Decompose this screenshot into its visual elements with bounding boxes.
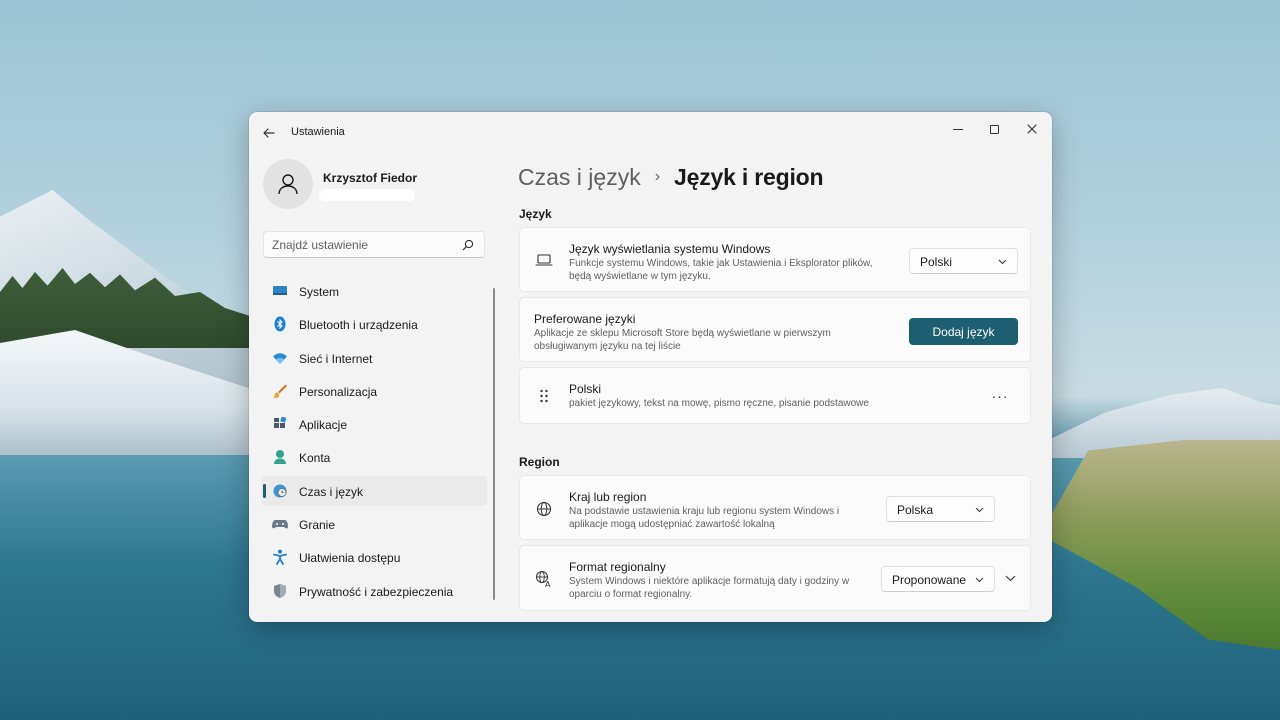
sidebar-item-label: Aplikacje bbox=[299, 418, 348, 433]
maximize-button[interactable] bbox=[975, 116, 1013, 142]
bluetooth-icon bbox=[272, 316, 288, 332]
user-profile[interactable]: Krzysztof Fiedor bbox=[263, 159, 493, 211]
regional-format-card[interactable]: A Format regionalny System Windows i nie… bbox=[519, 545, 1031, 611]
settings-window: Ustawienia Krzysztof Fiedor Znajdź ustaw… bbox=[249, 112, 1052, 622]
more-icon: ··· bbox=[991, 388, 1009, 404]
language-entry-title: Polski bbox=[569, 382, 602, 396]
sidebar-item-time-language[interactable]: Czas i język bbox=[261, 475, 487, 506]
accessibility-icon bbox=[272, 549, 288, 566]
display-language-dropdown[interactable]: Polski bbox=[909, 248, 1018, 274]
dropdown-value: Polska bbox=[897, 503, 934, 517]
title-bar: Ustawienia bbox=[249, 112, 1052, 152]
sidebar-item-accessibility[interactable]: Ułatwienia dostępu bbox=[261, 542, 487, 572]
country-region-card: Kraj lub region Na podstawie ustawienia … bbox=[519, 475, 1031, 540]
search-box[interactable] bbox=[263, 231, 485, 258]
shield-icon bbox=[272, 583, 288, 599]
regional-format-description-1: System Windows i niektóre aplikacje form… bbox=[569, 576, 850, 587]
sidebar-item-label: Konta bbox=[299, 451, 331, 466]
sidebar-item-label: Prywatność i zabezpieczenia bbox=[299, 584, 454, 599]
sidebar-item-label: Bluetooth i urządzenia bbox=[299, 318, 418, 333]
minimize-icon bbox=[953, 128, 963, 130]
brush-icon bbox=[272, 383, 288, 399]
section-title-language: Język bbox=[519, 207, 552, 221]
sidebar-item-label: Ułatwienia dostępu bbox=[299, 551, 401, 566]
chevron-down-icon bbox=[998, 259, 1007, 265]
preferred-languages-title: Preferowane języki bbox=[534, 312, 636, 326]
sidebar-nav: System Bluetooth i urządzenia Sieć i Int… bbox=[261, 276, 487, 609]
sidebar-item-apps[interactable]: Aplikacje bbox=[261, 409, 487, 439]
breadcrumb: Czas i język › Język i region bbox=[518, 160, 824, 194]
apps-icon bbox=[272, 416, 288, 432]
sidebar-item-personalization[interactable]: Personalizacja bbox=[261, 376, 487, 406]
back-button[interactable] bbox=[259, 123, 279, 143]
globe-icon bbox=[534, 499, 554, 519]
display-language-card: Język wyświetlania systemu Windows Funkc… bbox=[519, 227, 1031, 292]
user-name: Krzysztof Fiedor bbox=[323, 171, 418, 185]
sidebar-item-accounts[interactable]: Konta bbox=[261, 442, 487, 472]
add-language-button[interactable]: Dodaj język bbox=[909, 318, 1018, 345]
country-region-description-1: Na podstawie ustawienia kraju lub region… bbox=[569, 506, 840, 517]
drag-handle-icon[interactable] bbox=[534, 386, 554, 406]
wallpaper-trees bbox=[0, 268, 250, 348]
user-email-redacted bbox=[319, 189, 415, 201]
regional-format-icon: A bbox=[534, 569, 554, 589]
chevron-down-icon bbox=[975, 577, 984, 583]
regional-format-title: Format regionalny bbox=[569, 560, 666, 574]
sidebar-item-label: Sieć i Internet bbox=[299, 351, 373, 366]
sidebar-item-privacy[interactable]: Prywatność i zabezpieczenia bbox=[261, 576, 487, 606]
laptop-icon bbox=[534, 250, 554, 270]
chevron-down-icon bbox=[975, 507, 984, 513]
chevron-down-icon bbox=[1005, 575, 1015, 582]
section-title-region: Region bbox=[519, 455, 560, 469]
sidebar-item-gaming[interactable]: Granie bbox=[261, 509, 487, 539]
search-input[interactable] bbox=[272, 237, 452, 253]
regional-format-description-2: oparciu o format regionalny. bbox=[569, 589, 693, 600]
sidebar-item-bluetooth[interactable]: Bluetooth i urządzenia bbox=[261, 309, 487, 339]
sidebar-item-label: Czas i język bbox=[299, 484, 364, 499]
dropdown-value: Polski bbox=[920, 255, 953, 269]
wifi-icon bbox=[272, 350, 288, 366]
arrow-left-icon bbox=[263, 128, 275, 138]
country-region-title: Kraj lub region bbox=[569, 490, 647, 504]
sidebar-item-label: System bbox=[299, 285, 340, 299]
monitor-icon bbox=[272, 283, 288, 299]
country-region-description-2: aplikacje mogą udostępniać zawartość lok… bbox=[569, 519, 775, 530]
close-icon bbox=[1027, 124, 1037, 134]
language-entry-card[interactable]: Polski pakiet językowy, tekst na mowę, p… bbox=[519, 367, 1031, 424]
search-icon bbox=[462, 239, 474, 251]
preferred-languages-description-1: Aplikacje ze sklepu Microsoft Store będą… bbox=[534, 328, 831, 339]
sidebar-item-network[interactable]: Sieć i Internet bbox=[261, 343, 487, 373]
language-entry-description: pakiet językowy, tekst na mowę, pismo rę… bbox=[569, 398, 869, 409]
gamepad-icon bbox=[272, 516, 288, 532]
sidebar-item-label: Granie bbox=[299, 518, 336, 533]
preferred-languages-card: Preferowane języki Aplikacje ze sklepu M… bbox=[519, 297, 1031, 362]
display-language-description-1: Funkcje systemu Windows, takie jak Ustaw… bbox=[569, 258, 873, 269]
minimize-button[interactable] bbox=[939, 116, 977, 142]
sidebar-item-label: Personalizacja bbox=[299, 384, 378, 399]
display-language-description-2: będą wyświetlane w tym języku. bbox=[569, 271, 711, 282]
avatar bbox=[263, 159, 313, 209]
display-language-title: Język wyświetlania systemu Windows bbox=[569, 242, 771, 256]
more-options-button[interactable]: ··· bbox=[986, 385, 1014, 407]
preferred-languages-description-2: obsługiwanym języku na tej liście bbox=[534, 341, 681, 352]
regional-format-dropdown[interactable]: Proponowane bbox=[881, 566, 995, 592]
person-icon bbox=[278, 174, 298, 195]
maximize-icon bbox=[989, 124, 999, 134]
app-title: Ustawienia bbox=[291, 126, 345, 138]
country-region-dropdown[interactable]: Polska bbox=[886, 496, 995, 522]
breadcrumb-separator: › bbox=[654, 168, 661, 185]
breadcrumb-parent[interactable]: Czas i język bbox=[518, 164, 641, 191]
sidebar-scrollbar[interactable] bbox=[493, 288, 495, 600]
dropdown-value: Proponowane bbox=[892, 573, 967, 587]
account-icon bbox=[272, 449, 288, 465]
close-button[interactable] bbox=[1013, 116, 1051, 142]
svg-text:A: A bbox=[545, 580, 551, 588]
expand-button[interactable] bbox=[1002, 570, 1018, 586]
sidebar-item-system[interactable]: System bbox=[261, 276, 487, 306]
clock-globe-icon bbox=[272, 483, 288, 499]
page-title: Język i region bbox=[674, 163, 824, 190]
